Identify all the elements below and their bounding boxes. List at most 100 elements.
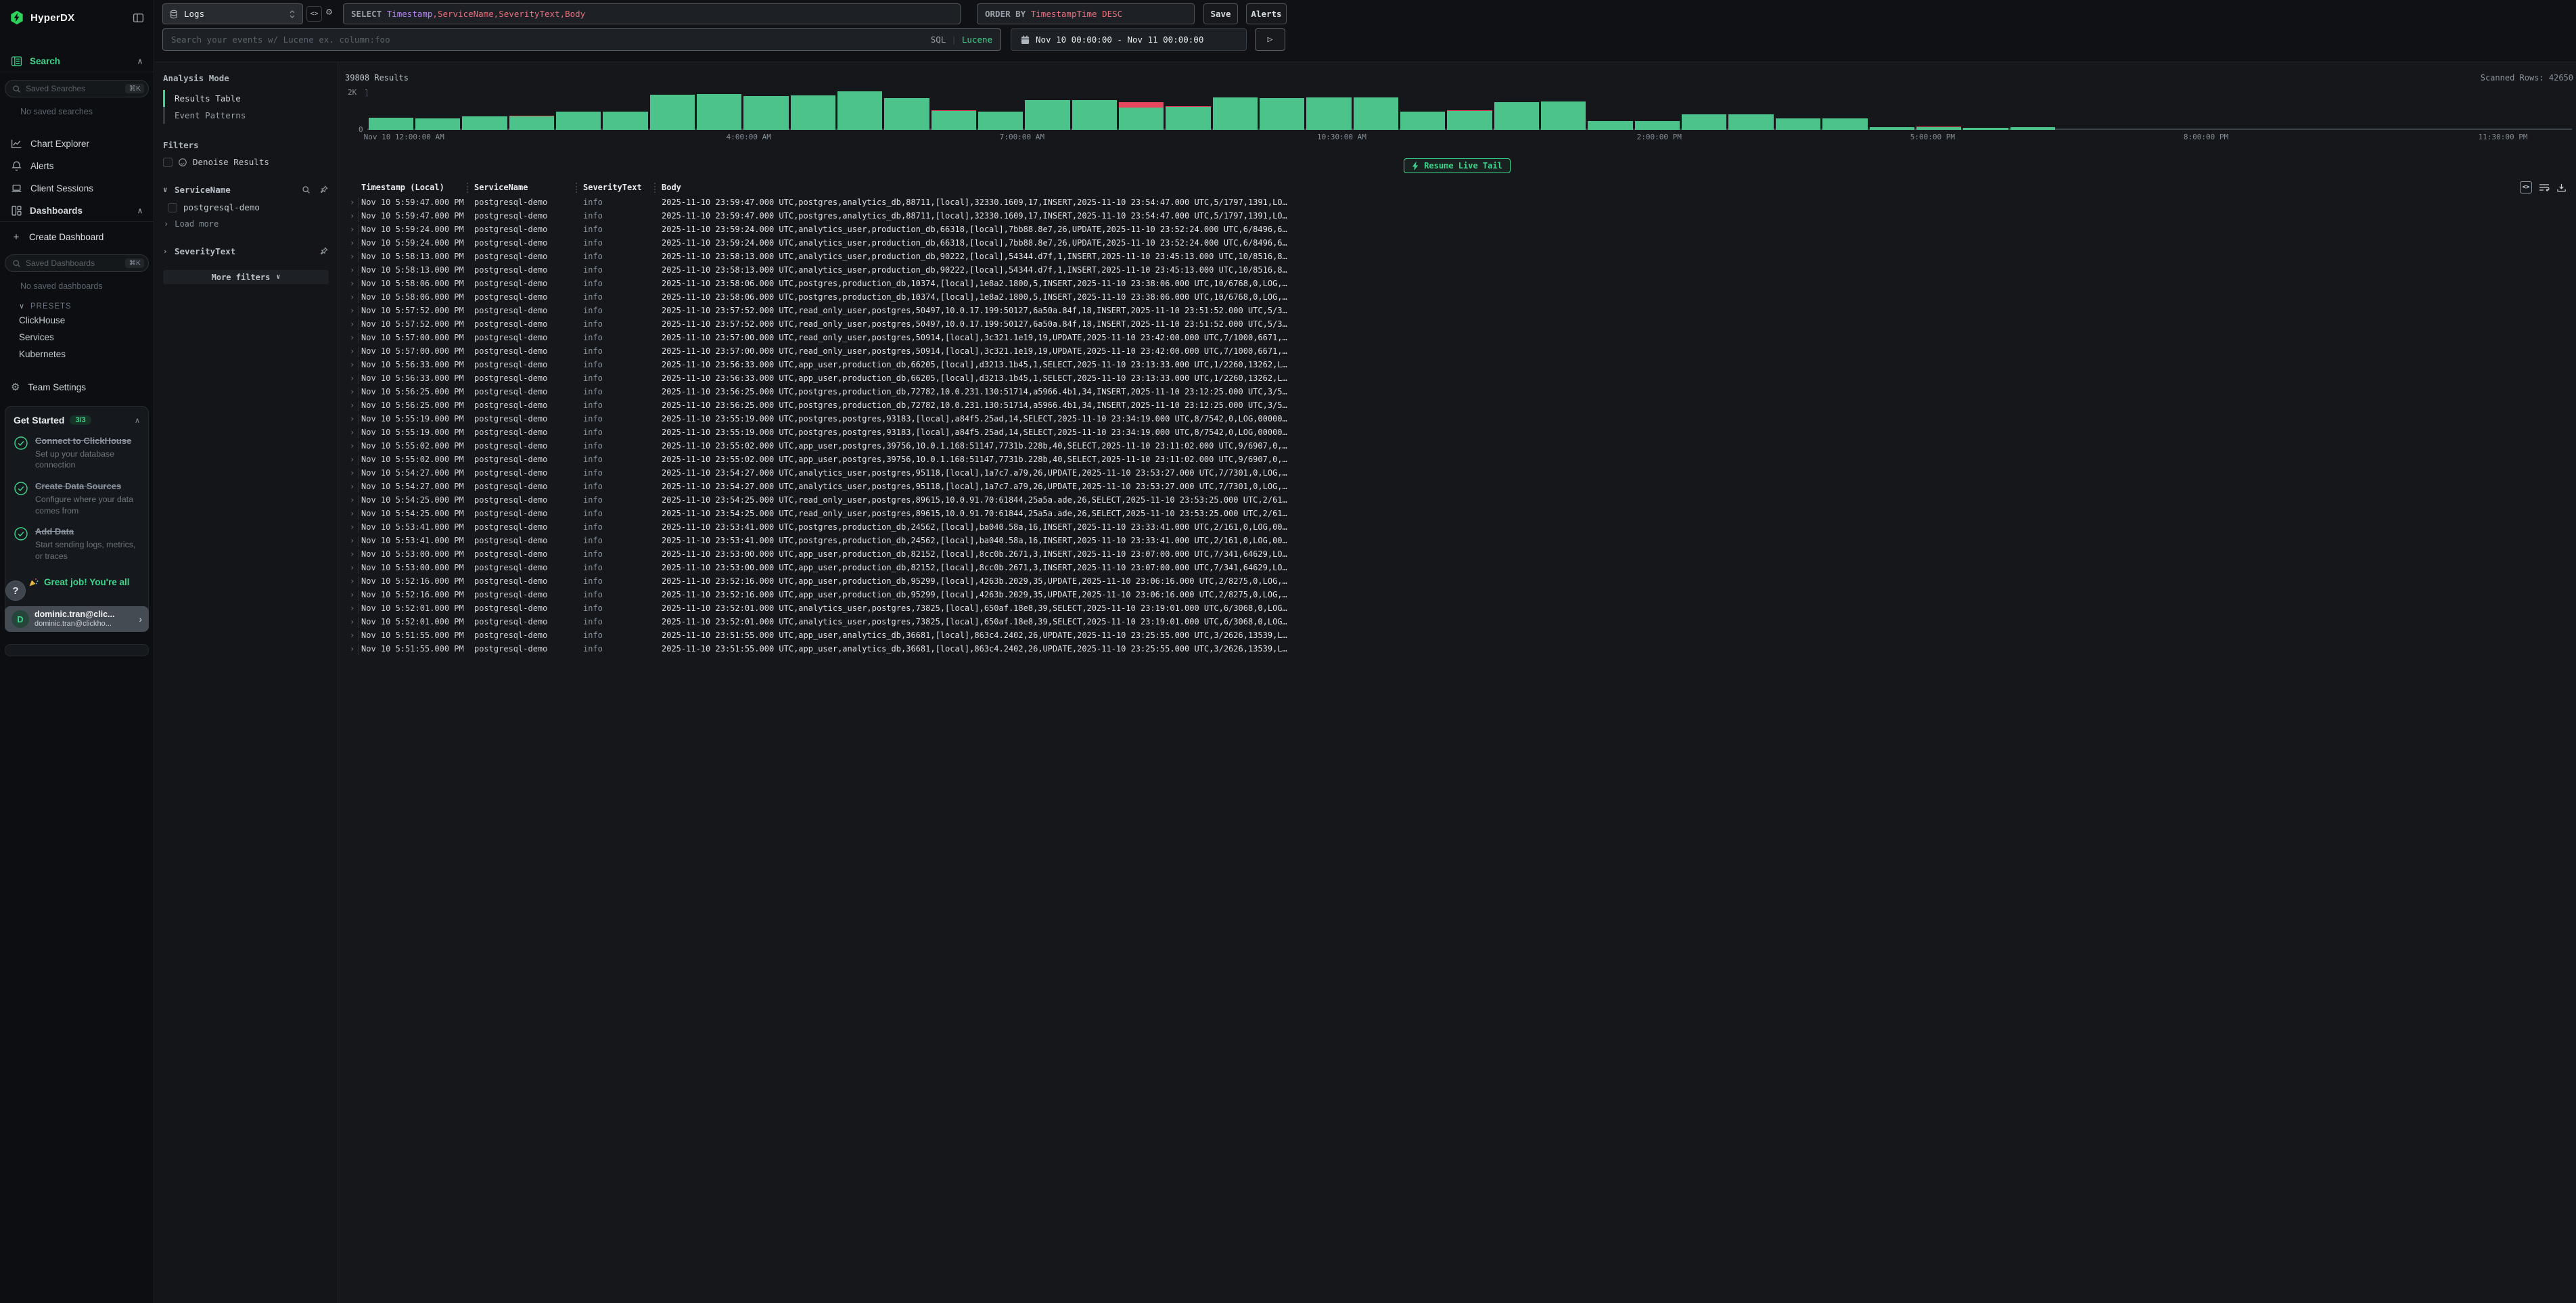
preset-item-services[interactable]: Services [0, 329, 154, 346]
row-expand-chevron[interactable]: › [350, 468, 354, 478]
table-row[interactable]: ›Nov 10 5:57:52.000 PMpostgresql-demoinf… [338, 318, 2576, 332]
column-header-servicename[interactable]: ServiceName [474, 183, 528, 192]
get-started-item[interactable]: Create Data SourcesConfigure where your … [14, 481, 140, 516]
source-select[interactable]: Logs [162, 3, 303, 24]
saved-searches-field[interactable] [26, 84, 120, 93]
download-icon[interactable] [2556, 183, 2567, 193]
table-row[interactable]: ›Nov 10 5:59:24.000 PMpostgresql-demoinf… [338, 223, 2576, 237]
table-row[interactable]: ›Nov 10 5:54:25.000 PMpostgresql-demoinf… [338, 507, 2576, 521]
table-row[interactable]: ›Nov 10 5:52:16.000 PMpostgresql-demoinf… [338, 589, 2576, 602]
row-expand-chevron[interactable]: › [350, 279, 354, 288]
search-icon[interactable] [302, 185, 310, 194]
row-expand-chevron[interactable]: › [350, 211, 354, 221]
filter-value-postgresql-demo[interactable]: postgresql-demo [168, 202, 338, 212]
row-expand-chevron[interactable]: › [350, 292, 354, 302]
table-row[interactable]: ›Nov 10 5:51:55.000 PMpostgresql-demoinf… [338, 629, 2576, 643]
row-expand-chevron[interactable]: › [350, 428, 354, 437]
checkbox[interactable] [168, 203, 177, 212]
row-expand-chevron[interactable]: › [350, 576, 354, 586]
table-row[interactable]: ›Nov 10 5:52:01.000 PMpostgresql-demoinf… [338, 616, 2576, 629]
load-more-button[interactable]: › Load more [164, 219, 338, 229]
column-resize-handle[interactable] [654, 183, 656, 193]
row-expand-chevron[interactable]: › [350, 549, 354, 559]
table-row[interactable]: ›Nov 10 5:57:00.000 PMpostgresql-demoinf… [338, 332, 2576, 345]
preset-item-clickhouse[interactable]: ClickHouse [0, 312, 154, 329]
table-row[interactable]: ›Nov 10 5:52:16.000 PMpostgresql-demoinf… [338, 575, 2576, 589]
sidebar-item-client-sessions[interactable]: Client Sessions [0, 177, 154, 200]
checkbox[interactable] [163, 158, 172, 167]
row-expand-chevron[interactable]: › [350, 536, 354, 545]
get-started-item[interactable]: Connect to ClickHouseSet up your databas… [14, 436, 140, 471]
wrap-lines-icon[interactable] [2539, 183, 2550, 192]
table-row[interactable]: ›Nov 10 5:56:25.000 PMpostgresql-demoinf… [338, 386, 2576, 399]
row-expand-chevron[interactable]: › [350, 522, 354, 532]
user-menu[interactable]: D dominic.tran@clic... dominic.tran@clic… [5, 606, 149, 632]
table-row[interactable]: ›Nov 10 5:54:27.000 PMpostgresql-demoinf… [338, 480, 2576, 494]
column-resize-handle[interactable] [576, 183, 577, 193]
table-row[interactable]: ›Nov 10 5:55:02.000 PMpostgresql-demoinf… [338, 453, 2576, 467]
table-row[interactable]: ›Nov 10 5:53:41.000 PMpostgresql-demoinf… [338, 521, 2576, 534]
table-row[interactable]: ›Nov 10 5:58:06.000 PMpostgresql-demoinf… [338, 277, 2576, 291]
table-row[interactable]: ›Nov 10 5:55:19.000 PMpostgresql-demoinf… [338, 426, 2576, 440]
resume-live-tail-button[interactable]: Resume Live Tail [1404, 158, 1511, 173]
language-toggle-lucene[interactable]: Lucene [962, 35, 992, 45]
preset-item-kubernetes[interactable]: Kubernetes [0, 346, 154, 363]
events-histogram[interactable]: 2K 0 [367, 92, 2572, 130]
column-resize-handle[interactable] [467, 183, 468, 193]
row-expand-chevron[interactable]: › [350, 319, 354, 329]
denoise-results-checkbox[interactable]: Denoise Results [163, 157, 338, 167]
pin-icon[interactable] [319, 247, 328, 256]
table-row[interactable]: ›Nov 10 5:58:13.000 PMpostgresql-demoinf… [338, 250, 2576, 264]
column-header-body[interactable]: Body [662, 183, 681, 192]
row-expand-chevron[interactable]: › [350, 414, 354, 424]
table-row[interactable]: ›Nov 10 5:53:41.000 PMpostgresql-demoinf… [338, 534, 2576, 548]
row-expand-chevron[interactable]: › [350, 617, 354, 626]
row-expand-chevron[interactable]: › [350, 238, 354, 248]
row-expand-chevron[interactable]: › [350, 441, 354, 451]
table-row[interactable]: ›Nov 10 5:57:00.000 PMpostgresql-demoinf… [338, 345, 2576, 359]
row-expand-chevron[interactable]: › [350, 387, 354, 396]
mode-results-table[interactable]: Results Table [163, 90, 338, 107]
sidebar-item-alerts[interactable]: Alerts [0, 155, 154, 177]
table-row[interactable]: ›Nov 10 5:55:19.000 PMpostgresql-demoinf… [338, 413, 2576, 426]
presets-toggle[interactable]: ∨ PRESETS [19, 302, 154, 311]
filter-group-severitytext[interactable]: › SeverityText [163, 246, 328, 256]
row-expand-chevron[interactable]: › [350, 509, 354, 518]
row-expand-chevron[interactable]: › [350, 252, 354, 261]
table-row[interactable]: ›Nov 10 5:59:47.000 PMpostgresql-demoinf… [338, 196, 2576, 210]
saved-dashboards-field[interactable] [26, 258, 120, 268]
table-row[interactable]: ›Nov 10 5:59:47.000 PMpostgresql-demoinf… [338, 210, 2576, 223]
table-row[interactable]: ›Nov 10 5:56:33.000 PMpostgresql-demoinf… [338, 359, 2576, 372]
saved-searches-input[interactable]: ⌘K [5, 80, 149, 97]
gear-icon[interactable]: ⚙ [326, 7, 332, 17]
table-row[interactable]: ›Nov 10 5:55:02.000 PMpostgresql-demoinf… [338, 440, 2576, 453]
more-filters-button[interactable]: More filters ∨ [163, 270, 329, 284]
event-search-field[interactable] [171, 35, 925, 45]
run-query-button[interactable]: ▷ [1255, 28, 1285, 51]
help-button[interactable]: ? [5, 580, 26, 601]
row-expand-chevron[interactable]: › [350, 563, 354, 572]
table-row[interactable]: ›Nov 10 5:59:24.000 PMpostgresql-demoinf… [338, 237, 2576, 250]
pin-icon[interactable] [319, 185, 328, 194]
row-expand-chevron[interactable]: › [350, 482, 354, 491]
sidebar-item-dashboards[interactable]: Dashboards ∧ [0, 200, 154, 222]
row-expand-chevron[interactable]: › [350, 631, 354, 640]
row-expand-chevron[interactable]: › [350, 455, 354, 464]
table-row[interactable]: ›Nov 10 5:53:00.000 PMpostgresql-demoinf… [338, 548, 2576, 562]
row-expand-chevron[interactable]: › [350, 590, 354, 599]
sidebar-item-team-settings[interactable]: ⚙ Team Settings [0, 376, 154, 398]
table-row[interactable]: ›Nov 10 5:54:25.000 PMpostgresql-demoinf… [338, 494, 2576, 507]
saved-dashboards-input[interactable]: ⌘K [5, 254, 149, 272]
row-expand-chevron[interactable]: › [350, 265, 354, 275]
date-range-picker[interactable]: Nov 10 00:00:00 - Nov 11 00:00:00 [1011, 28, 1247, 51]
sidebar-item-search[interactable]: Search ∧ [0, 50, 154, 72]
alerts-button[interactable]: Alerts [1246, 3, 1287, 24]
table-row[interactable]: ›Nov 10 5:57:52.000 PMpostgresql-demoinf… [338, 304, 2576, 318]
row-expand-chevron[interactable]: › [350, 495, 354, 505]
table-row[interactable]: ›Nov 10 5:56:33.000 PMpostgresql-demoinf… [338, 372, 2576, 386]
table-row[interactable]: ›Nov 10 5:51:55.000 PMpostgresql-demoinf… [338, 643, 2576, 656]
save-button[interactable]: Save [1203, 3, 1238, 24]
table-row[interactable]: ›Nov 10 5:52:01.000 PMpostgresql-demoinf… [338, 602, 2576, 616]
row-expand-chevron[interactable]: › [350, 603, 354, 613]
table-row[interactable]: ›Nov 10 5:56:25.000 PMpostgresql-demoinf… [338, 399, 2576, 413]
